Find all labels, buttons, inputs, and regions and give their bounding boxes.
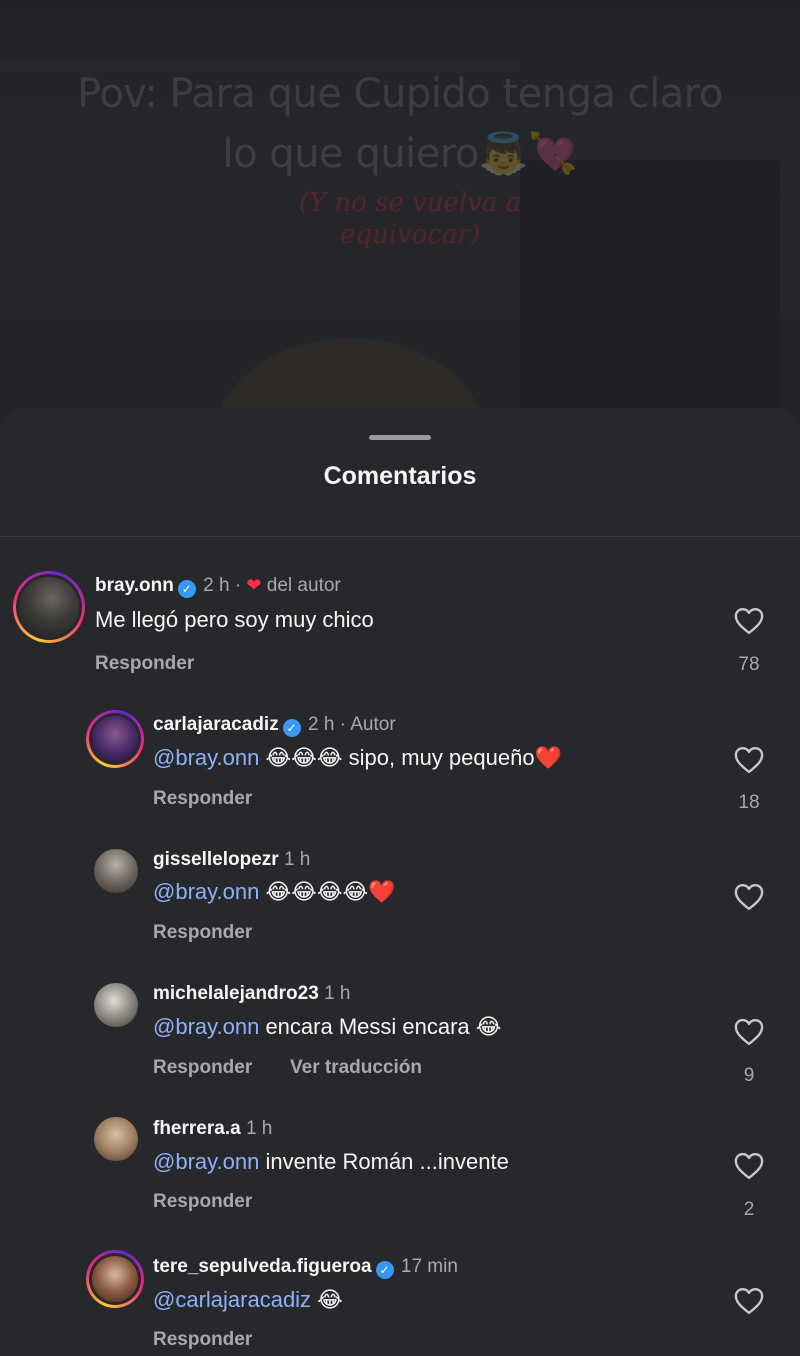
- video-background: Pov: Para que Cupido tenga claro lo que …: [0, 0, 800, 440]
- author-like-label: del autor: [266, 575, 341, 596]
- reply-button[interactable]: Responder: [95, 653, 194, 675]
- comment-username[interactable]: carlajaracadiz: [153, 714, 279, 735]
- reply-button[interactable]: Responder: [153, 1057, 252, 1079]
- comment-time: 17 min: [400, 1256, 458, 1277]
- comment-mention[interactable]: @bray.onn: [153, 1149, 259, 1174]
- comment-body: 😂😂😂😂❤️: [259, 879, 396, 904]
- comment-text: @bray.onn 😂😂😂😂❤️: [153, 879, 396, 905]
- reply-button[interactable]: Responder: [153, 1329, 252, 1351]
- like-count: 78: [738, 654, 760, 675]
- like-count: 18: [738, 792, 760, 813]
- comment-mention[interactable]: @bray.onn: [153, 1014, 259, 1039]
- comment-username[interactable]: tere_sepulveda.figueroa: [153, 1256, 372, 1277]
- comments-sheet: Comentarios bray.onn ✓ 2 h · ❤ del autor …: [0, 408, 800, 1356]
- verified-badge-icon: ✓: [177, 580, 196, 598]
- sheet-drag-handle[interactable]: [369, 435, 431, 440]
- avatar[interactable]: [13, 571, 85, 643]
- comment-username[interactable]: gissellelopezr: [153, 849, 279, 870]
- comment-body: invente Román ...invente: [259, 1149, 509, 1174]
- like-count: 9: [743, 1065, 755, 1086]
- comment-time: 2 h ·: [203, 575, 242, 596]
- comment-header: fherrera.a 1 h: [153, 1118, 272, 1140]
- comment-mention[interactable]: @bray.onn: [153, 745, 259, 770]
- heart-outline-icon[interactable]: [734, 1152, 764, 1180]
- comment-text: @bray.onn encara Messi encara 😂: [153, 1014, 501, 1040]
- comment-time: 1 h: [245, 1118, 273, 1139]
- comment-mention[interactable]: @bray.onn: [153, 879, 259, 904]
- comment-text: Me llegó pero soy muy chico: [95, 607, 374, 632]
- comment-username[interactable]: bray.onn: [95, 575, 174, 596]
- avatar[interactable]: [86, 710, 144, 768]
- comment-username[interactable]: michelalejandro23: [153, 983, 319, 1004]
- comment-time: 2 h · Autor: [307, 714, 396, 735]
- comment-header: gissellelopezr 1 h: [153, 849, 310, 871]
- comment-time: 1 h: [324, 983, 351, 1004]
- reply-button[interactable]: Responder: [153, 922, 252, 944]
- comment-header: carlajaracadiz ✓ 2 h · Autor: [153, 714, 396, 737]
- sheet-title: Comentarios: [323, 462, 477, 490]
- comment-body: encara Messi encara 😂: [259, 1014, 502, 1039]
- heart-outline-icon[interactable]: [734, 746, 764, 774]
- comment-text: @carlajaracadiz 😂: [153, 1287, 343, 1313]
- translate-button[interactable]: Ver traducción: [290, 1057, 422, 1079]
- heart-outline-icon[interactable]: [734, 607, 764, 635]
- avatar[interactable]: [94, 983, 138, 1027]
- verified-badge-icon: ✓: [282, 719, 301, 737]
- avatar[interactable]: [94, 849, 138, 893]
- comment-text: @bray.onn 😂😂😂 sipo, muy pequeño❤️: [153, 745, 562, 771]
- comment-mention[interactable]: @carlajaracadiz: [153, 1287, 311, 1312]
- reply-button[interactable]: Responder: [153, 1191, 252, 1213]
- comment-username[interactable]: fherrera.a: [153, 1118, 241, 1139]
- video-dim-overlay: [0, 0, 800, 440]
- comment-header: bray.onn ✓ 2 h · ❤ del autor: [95, 575, 341, 598]
- heart-outline-icon[interactable]: [734, 1018, 764, 1046]
- comment-body: 😂: [311, 1287, 343, 1312]
- avatar[interactable]: [94, 1117, 138, 1161]
- reply-button[interactable]: Responder: [153, 788, 252, 810]
- author-heart-icon: ❤: [246, 575, 262, 595]
- sheet-divider: [0, 536, 800, 537]
- heart-outline-icon[interactable]: [734, 883, 764, 911]
- comment-text: @bray.onn invente Román ...invente: [153, 1149, 509, 1175]
- comment-time: 1 h: [283, 849, 311, 870]
- avatar[interactable]: [86, 1250, 144, 1308]
- heart-outline-icon[interactable]: [734, 1287, 764, 1315]
- like-count: 2: [743, 1199, 755, 1220]
- comment-header: michelalejandro23 1 h: [153, 983, 351, 1005]
- comment-header: tere_sepulveda.figueroa ✓ 17 min: [153, 1256, 458, 1279]
- comment-body: 😂😂😂 sipo, muy pequeño❤️: [259, 745, 562, 770]
- verified-badge-icon: ✓: [375, 1261, 394, 1279]
